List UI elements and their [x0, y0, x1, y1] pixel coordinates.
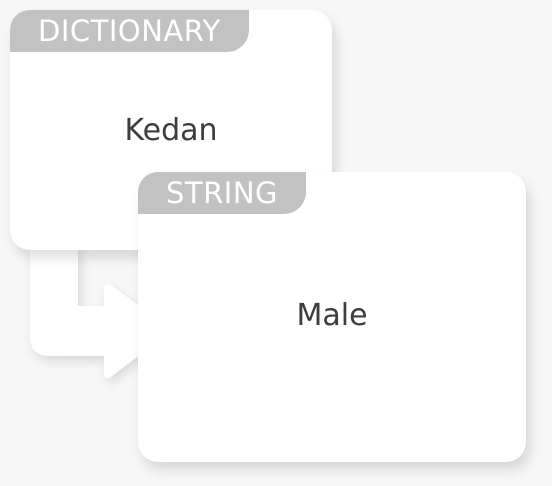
- string-type-tag: STRING: [138, 172, 306, 214]
- string-card: STRING Male: [138, 172, 526, 462]
- string-value: Male: [296, 298, 368, 333]
- dictionary-value: Kedan: [124, 113, 218, 148]
- dictionary-type-tag: DICTIONARY: [10, 10, 249, 52]
